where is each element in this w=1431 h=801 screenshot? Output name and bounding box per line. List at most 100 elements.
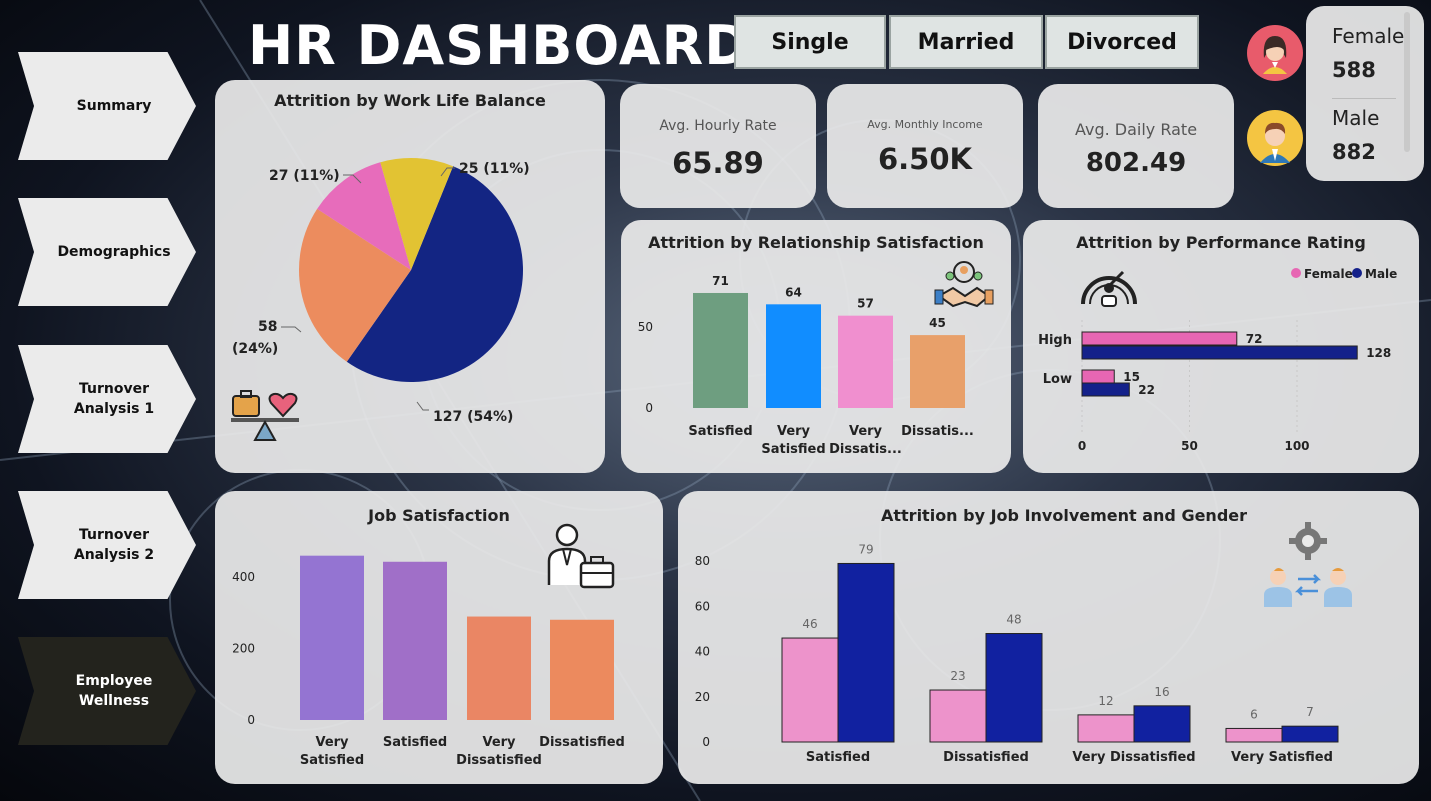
- kpi-avg-hourly-rate: Avg. Hourly Rate 65.89: [620, 84, 816, 208]
- performance-rating-panel: Attrition by Performance Rating Female Ma…: [1023, 220, 1419, 473]
- bar: [766, 304, 821, 408]
- kpi-label: Avg. Hourly Rate: [659, 118, 777, 134]
- nav-turnover-1-button[interactable]: Turnover Analysis 1: [18, 345, 196, 453]
- data-label: 12: [1098, 694, 1113, 708]
- performance-gauge-icon: [1081, 270, 1137, 307]
- bar: [1081, 331, 1238, 346]
- slicer-married-button[interactable]: Married: [889, 15, 1043, 69]
- x-tick-label: Very: [849, 424, 883, 439]
- handshake-team-icon: [934, 261, 994, 308]
- data-label: 48: [1006, 613, 1021, 627]
- legend-marker: [1291, 268, 1301, 278]
- bar: [1225, 727, 1283, 743]
- bar: [693, 292, 748, 408]
- data-label: 71: [712, 274, 729, 288]
- y-tick-label: 80: [695, 554, 710, 568]
- slicer-single-button[interactable]: Single: [734, 15, 886, 69]
- x-tick-label: Very: [315, 735, 349, 750]
- nav-label: Turnover Analysis 2: [73, 527, 155, 563]
- data-label: 15: [1123, 370, 1140, 384]
- relationship-satisfaction-panel: Attrition by Relationship Satisfaction 0…: [621, 220, 1011, 473]
- male-avatar-icon: [1247, 110, 1303, 166]
- slicer-divorced-button[interactable]: Divorced: [1045, 15, 1199, 69]
- bar: [837, 562, 895, 743]
- pie-label: 127 (54%): [433, 409, 513, 425]
- kpi-label: Avg. Daily Rate: [1074, 120, 1198, 139]
- y-tick-label: High: [1038, 333, 1072, 348]
- y-tick-label: 60: [695, 599, 710, 613]
- bar: [929, 689, 987, 743]
- bar: [467, 616, 531, 720]
- y-tick-label: 0: [645, 401, 653, 415]
- x-tick-label: Dissatisfied: [943, 750, 1029, 765]
- x-tick-label: Dissatis...: [829, 442, 902, 457]
- y-tick-label: 0: [247, 713, 255, 727]
- y-tick-label: 0: [702, 735, 710, 749]
- x-tick-label: 0: [1078, 439, 1086, 453]
- pie-label: 25 (11%): [459, 161, 530, 177]
- nav-summary-button[interactable]: Summary: [18, 52, 196, 160]
- y-tick-label: 40: [695, 645, 710, 659]
- bar: [910, 335, 965, 408]
- kpi-avg-monthly-income: Avg. Monthly Income 6.50K: [827, 84, 1023, 208]
- pie-label: 58: [258, 319, 277, 335]
- legend-marker: [1352, 268, 1362, 278]
- pie-leader: [416, 401, 429, 411]
- male-count: 882: [1332, 140, 1376, 164]
- data-label: 16: [1154, 685, 1169, 699]
- pie-label: 27 (11%): [269, 168, 340, 184]
- nav-turnover-2-button[interactable]: Turnover Analysis 2: [18, 491, 196, 599]
- nav-label: Demographics: [57, 244, 171, 260]
- data-label: 6: [1250, 707, 1258, 721]
- bar: [1081, 369, 1115, 384]
- data-label: 46: [802, 617, 817, 631]
- gender-card: Female 588 Male 882: [1306, 6, 1424, 181]
- x-tick-label: Very: [482, 735, 516, 750]
- female-label: Female: [1332, 24, 1405, 48]
- work-life-balance-icon: [231, 390, 299, 441]
- legend-label: Female: [1304, 267, 1353, 281]
- data-label: 23: [950, 669, 965, 683]
- x-tick-label: Dissatisfied: [539, 735, 625, 750]
- nav-demographics-button[interactable]: Demographics: [18, 198, 196, 306]
- bar: [1133, 705, 1191, 743]
- data-label: 57: [857, 297, 874, 311]
- female-avatar-icon: [1247, 25, 1303, 81]
- female-count: 588: [1332, 58, 1376, 82]
- data-label: 7: [1306, 705, 1314, 719]
- x-tick-label: 100: [1284, 439, 1309, 453]
- kpi-value: 802.49: [1085, 148, 1187, 178]
- x-tick-label: 50: [1181, 439, 1198, 453]
- bar: [1081, 382, 1130, 397]
- data-label: 22: [1138, 383, 1155, 397]
- data-label: 64: [785, 285, 802, 299]
- x-tick-label: Satisfied: [761, 442, 825, 457]
- data-label: 128: [1366, 346, 1391, 360]
- x-tick-label: Dissatisfied: [456, 753, 542, 768]
- page-title: HR DASHBOARD: [248, 14, 751, 77]
- bar: [1077, 714, 1135, 743]
- bar: [300, 555, 364, 720]
- x-tick-label: Satisfied: [300, 753, 364, 768]
- nav-label: Employee Wellness: [75, 673, 153, 709]
- bar: [550, 619, 614, 720]
- x-tick-label: Satisfied: [806, 750, 870, 765]
- bar: [838, 315, 893, 408]
- pie-label: (24%): [232, 341, 278, 357]
- bar: [985, 633, 1043, 743]
- nav-label: Summary: [76, 98, 152, 114]
- male-label: Male: [1332, 106, 1380, 130]
- y-tick-label: Low: [1043, 372, 1072, 387]
- bar: [781, 637, 839, 743]
- data-label: 72: [1246, 332, 1263, 346]
- y-tick-label: 20: [695, 690, 710, 704]
- nav-employee-wellness-button[interactable]: Employee Wellness: [18, 637, 196, 745]
- scrollbar[interactable]: [1404, 12, 1410, 152]
- nav-label: Turnover Analysis 1: [73, 381, 155, 417]
- x-tick-label: Dissatis...: [901, 424, 974, 439]
- kpi-avg-daily-rate: Avg. Daily Rate 802.49: [1038, 84, 1234, 208]
- businessman-briefcase-icon: [547, 523, 615, 589]
- data-label: 79: [858, 542, 873, 556]
- data-label: 45: [929, 316, 946, 330]
- divider: [1332, 98, 1396, 99]
